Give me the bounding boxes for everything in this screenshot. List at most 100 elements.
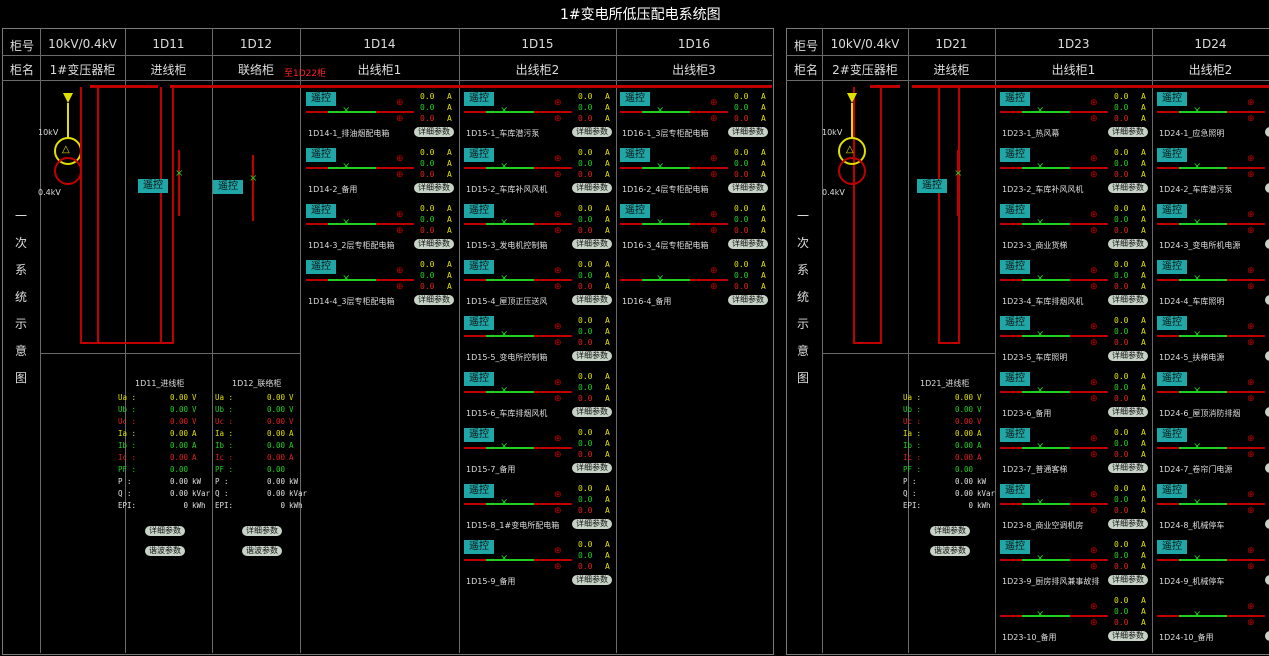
remote-control-button[interactable]: 遥控 (917, 179, 947, 193)
feeder-line (1157, 615, 1179, 617)
detail-params-button[interactable]: 详细参数 (1265, 351, 1269, 361)
remote-control-button[interactable]: 遥控 (1157, 92, 1187, 106)
detail-params-button[interactable]: 详细参数 (1108, 239, 1148, 249)
remote-control-button[interactable]: 遥控 (306, 92, 336, 106)
ct-icon: ⊕ (554, 114, 562, 124)
detail-params-button[interactable]: 详细参数 (414, 183, 454, 193)
remote-control-button[interactable]: 遥控 (464, 540, 494, 554)
detail-params-button[interactable]: 详细参数 (572, 239, 612, 249)
detail-params-button[interactable]: 详细参数 (728, 183, 768, 193)
harmonic-params-button[interactable]: 谐波参数 (242, 546, 282, 556)
remote-control-button[interactable]: 遥控 (1000, 540, 1030, 554)
remote-control-button[interactable]: 遥控 (1157, 148, 1187, 162)
remote-control-button[interactable]: 遥控 (1000, 428, 1030, 442)
detail-params-button[interactable]: 详细参数 (1108, 463, 1148, 473)
detail-params-button[interactable]: 详细参数 (414, 295, 454, 305)
remote-control-button[interactable]: 遥控 (464, 316, 494, 330)
remote-control-button[interactable]: 遥控 (306, 260, 336, 274)
current-value: 0.0 (578, 103, 593, 112)
remote-control-button[interactable]: 遥控 (1000, 92, 1030, 106)
detail-params-button[interactable]: 详细参数 (1265, 239, 1269, 249)
detail-params-button[interactable]: 详细参数 (728, 239, 768, 249)
feeder-line (1227, 167, 1265, 169)
detail-params-button[interactable]: 详细参数 (1108, 351, 1148, 361)
ct-icon: ⊕ (396, 266, 404, 276)
harmonic-params-button[interactable]: 谐波参数 (930, 546, 970, 556)
detail-params-button[interactable]: 详细参数 (1265, 519, 1269, 529)
detail-params-button[interactable]: 详细参数 (1108, 183, 1148, 193)
harmonic-params-button[interactable]: 谐波参数 (145, 546, 185, 556)
cabinet-name-heading: 柜名 (793, 63, 818, 77)
remote-control-button[interactable]: 遥控 (620, 92, 650, 106)
feeder-line (486, 447, 534, 449)
detail-params-button[interactable]: 详细参数 (1108, 519, 1148, 529)
feeder-line (306, 279, 328, 281)
panel-title: 1D12_联络柜 (232, 379, 282, 388)
detail-params-button[interactable]: 详细参数 (1265, 407, 1269, 417)
detail-params-button[interactable]: 详细参数 (572, 127, 612, 137)
detail-params-button[interactable]: 详细参数 (930, 526, 970, 536)
detail-params-button[interactable]: 详细参数 (1108, 575, 1148, 585)
incoming-arrow-icon (847, 93, 857, 103)
detail-params-button[interactable]: 详细参数 (572, 183, 612, 193)
measure-unit: kWh (289, 501, 303, 510)
detail-params-button[interactable]: 详细参数 (1108, 295, 1148, 305)
detail-params-button[interactable]: 详细参数 (242, 526, 282, 536)
remote-control-button[interactable]: 遥控 (1000, 260, 1030, 274)
remote-control-button[interactable]: 遥控 (1000, 148, 1030, 162)
remote-control-button[interactable]: 遥控 (464, 204, 494, 218)
remote-control-button[interactable]: 遥控 (1157, 372, 1187, 386)
remote-control-button[interactable]: 遥控 (1000, 204, 1030, 218)
detail-params-button[interactable]: 详细参数 (572, 463, 612, 473)
remote-control-button[interactable]: 遥控 (464, 428, 494, 442)
detail-params-button[interactable]: 详细参数 (145, 526, 185, 536)
detail-params-button[interactable]: 详细参数 (728, 127, 768, 137)
current-value: 0.0 (420, 148, 435, 157)
feeder-line (306, 167, 328, 169)
remote-control-button[interactable]: 遥控 (1000, 372, 1030, 386)
detail-params-button[interactable]: 详细参数 (728, 295, 768, 305)
remote-control-button[interactable]: 遥控 (1157, 204, 1187, 218)
remote-control-button[interactable]: 遥控 (1157, 260, 1187, 274)
lv-voltage-label: 0.4kV (822, 188, 845, 197)
remote-control-button[interactable]: 遥控 (306, 148, 336, 162)
remote-control-button[interactable]: 遥控 (1157, 484, 1187, 498)
remote-control-button[interactable]: 遥控 (306, 204, 336, 218)
remote-control-button[interactable]: 遥控 (138, 179, 168, 193)
remote-control-button[interactable]: 遥控 (464, 372, 494, 386)
remote-control-button[interactable]: 遥控 (1000, 316, 1030, 330)
current-unit: A (1141, 338, 1146, 347)
remote-control-button[interactable]: 遥控 (213, 180, 243, 194)
detail-params-button[interactable]: 详细参数 (414, 127, 454, 137)
detail-params-button[interactable]: 详细参数 (1265, 575, 1269, 585)
current-value: 0.0 (420, 159, 435, 168)
remote-control-button[interactable]: 遥控 (1157, 316, 1187, 330)
remote-control-button[interactable]: 遥控 (1157, 428, 1187, 442)
feeder-line (1157, 223, 1179, 225)
detail-params-button[interactable]: 详细参数 (572, 351, 612, 361)
feeder-line (464, 279, 486, 281)
detail-params-button[interactable]: 详细参数 (1265, 295, 1269, 305)
remote-control-button[interactable]: 遥控 (464, 260, 494, 274)
remote-control-button[interactable]: 遥控 (464, 484, 494, 498)
detail-params-button[interactable]: 详细参数 (572, 575, 612, 585)
detail-params-button[interactable]: 详细参数 (572, 407, 612, 417)
detail-params-button[interactable]: 详细参数 (414, 239, 454, 249)
detail-params-button[interactable]: 详细参数 (1265, 127, 1269, 137)
remote-control-button[interactable]: 遥控 (464, 148, 494, 162)
current-value: 0.0 (1114, 428, 1129, 437)
remote-control-button[interactable]: 遥控 (1157, 540, 1187, 554)
detail-params-button[interactable]: 详细参数 (572, 519, 612, 529)
detail-params-button[interactable]: 详细参数 (1108, 127, 1148, 137)
remote-control-button[interactable]: 遥控 (464, 92, 494, 106)
remote-control-button[interactable]: 遥控 (620, 204, 650, 218)
detail-params-button[interactable]: 详细参数 (1265, 183, 1269, 193)
cable-line (97, 87, 99, 342)
detail-params-button[interactable]: 详细参数 (1265, 463, 1269, 473)
remote-control-button[interactable]: 遥控 (1000, 484, 1030, 498)
detail-params-button[interactable]: 详细参数 (1108, 631, 1148, 641)
detail-params-button[interactable]: 详细参数 (1265, 631, 1269, 641)
remote-control-button[interactable]: 遥控 (620, 148, 650, 162)
detail-params-button[interactable]: 详细参数 (572, 295, 612, 305)
detail-params-button[interactable]: 详细参数 (1108, 407, 1148, 417)
